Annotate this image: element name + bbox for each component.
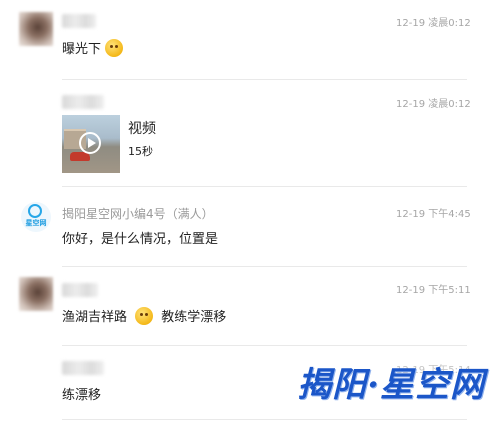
user-avatar[interactable] [19,277,53,311]
message-text: 曝光下 [62,38,124,57]
message-text: 你好，是什么情况，位置是 [62,232,219,247]
message-time: 12-19 下午4:45 [396,209,471,220]
message-text-part1: 渔湖吉祥路 [62,310,128,325]
message-text: 练漂移 [62,388,102,403]
divider [62,79,467,80]
site-watermark: 揭阳·星空网 [297,365,485,405]
message-text-content: 曝光下 [62,42,102,57]
divider [62,419,467,420]
logo-ring-icon [28,204,42,218]
cry-laugh-emoji-icon [135,307,154,325]
site-logo-avatar[interactable]: 星空网 [21,202,51,232]
username-blurred [62,95,104,109]
sender-name: 揭阳星空网小编4号（满人） [62,207,214,221]
message-time: 12-19 凌晨0:12 [396,18,471,29]
video-duration: 15秒 [128,145,153,158]
divider [62,186,467,187]
divider [62,266,467,267]
video-title: 视频 [128,121,156,137]
divider [62,345,467,346]
username-blurred [62,14,96,28]
user-avatar[interactable] [19,12,53,46]
sweat-smile-emoji-icon [105,39,124,57]
logo-text: 星空网 [25,219,47,227]
message-text: 渔湖吉祥路 教练学漂移 [62,306,226,325]
message-time: 12-19 凌晨0:12 [396,99,471,110]
video-thumbnail[interactable] [62,115,120,173]
play-icon[interactable] [79,132,101,154]
username-blurred [62,283,98,297]
username-blurred [62,361,104,375]
message-text-part2: 教练学漂移 [161,310,227,325]
message-time: 12-19 下午5:11 [396,285,471,296]
